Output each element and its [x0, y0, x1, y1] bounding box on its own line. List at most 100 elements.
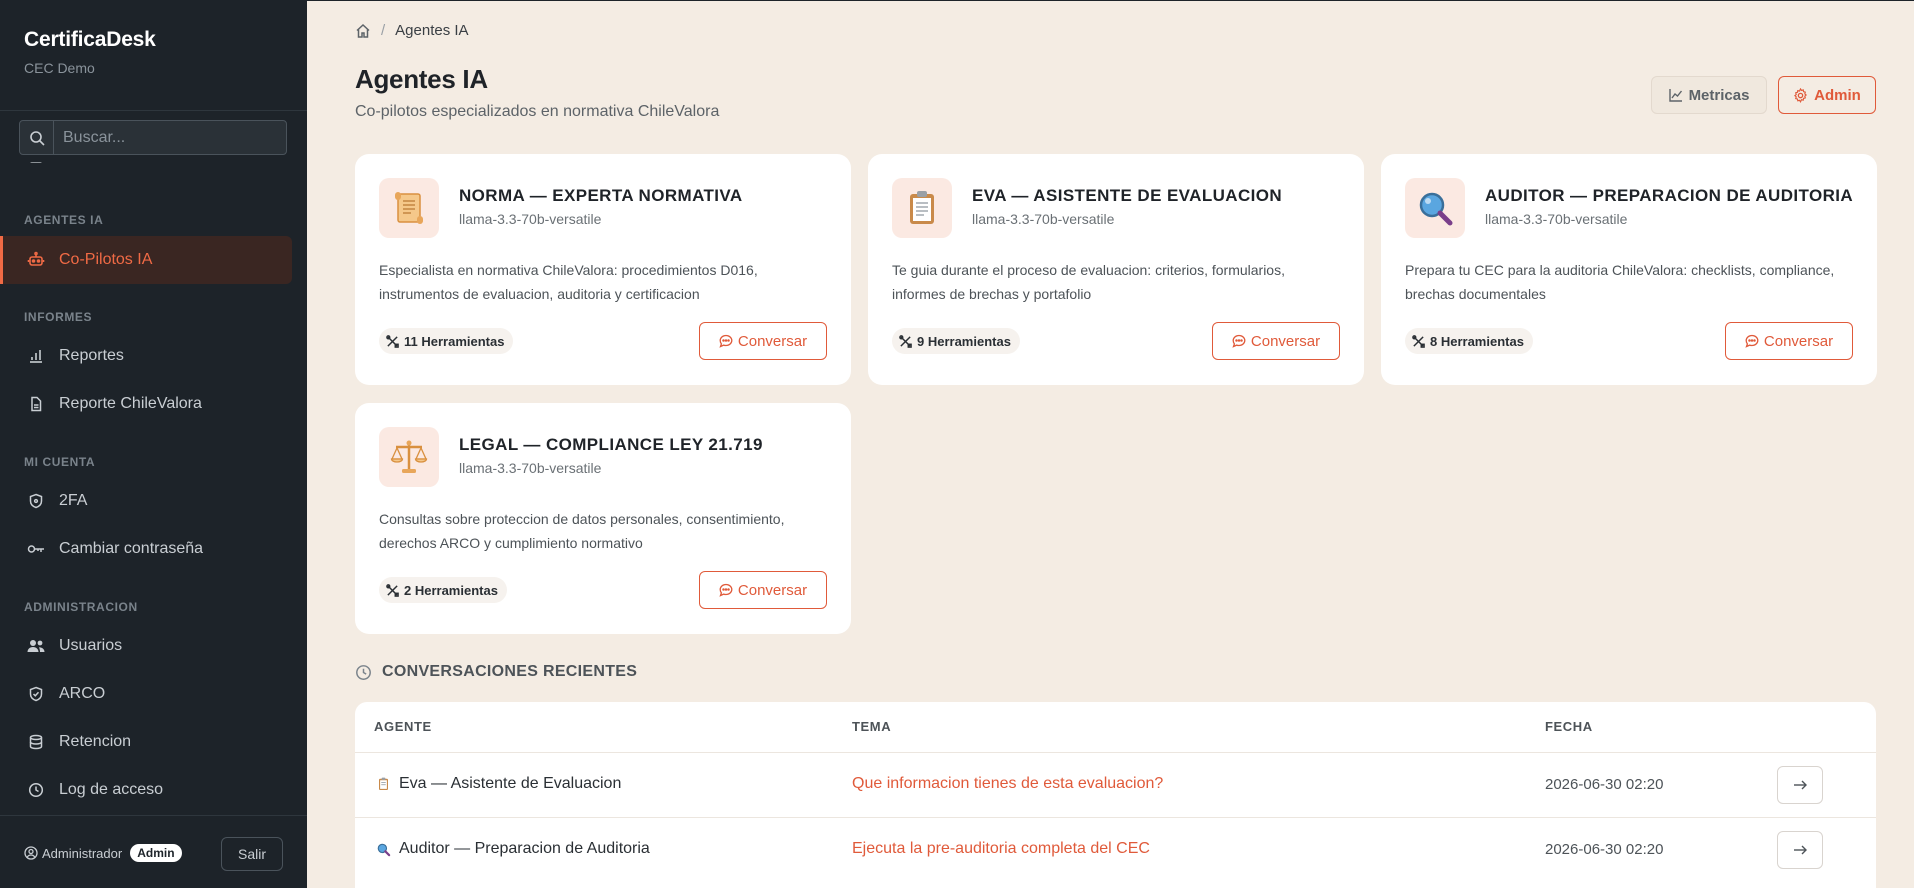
conversar-label: Conversar [737, 332, 808, 350]
sidebar: CertificaDesk CEC Demo AGENTES IA Co-Pil… [0, 0, 307, 888]
list-icon [27, 162, 45, 165]
tools-badge: 2 Herramientas [379, 577, 507, 603]
clipboard-icon [892, 178, 952, 238]
conversar-button[interactable]: Conversar [699, 322, 827, 360]
agent-description: Especialista en normativa ChileValora: p… [379, 262, 758, 302]
row-date: 2026-06-30 02:20 [1545, 841, 1664, 858]
line-chart-icon [1668, 88, 1689, 102]
sidebar-item-reportes[interactable]: Reportes [0, 332, 292, 380]
sidebar-item-retencion[interactable]: Retencion [0, 718, 292, 766]
robot-icon [27, 251, 45, 269]
sidebar-item-label: Reporte ChileValora [59, 395, 202, 412]
row-topic-link[interactable]: Ejecuta la pre-auditoria completa del CE… [852, 840, 1150, 858]
shield-icon [27, 492, 45, 510]
scroll-icon [379, 178, 439, 238]
sidebar-nav[interactable]: AGENTES IA Co-Pilotos IA INFORMES Report… [0, 162, 307, 814]
agent-card-norma[interactable]: NORMA — EXPERTA NORMATIVA llama-3.3-70b-… [355, 154, 851, 385]
users-icon [27, 637, 45, 655]
scales-icon [379, 427, 439, 487]
sidebar-item-label: 2FA [59, 492, 88, 509]
table-row[interactable]: Auditor — Preparacion de Auditoria Ejecu… [355, 817, 1876, 882]
sidebar-item-hidden[interactable] [0, 162, 292, 172]
agent-card-auditor[interactable]: AUDITOR — PREPARACION DE AUDITORIA llama… [1381, 154, 1877, 385]
section-mi-cuenta: MI CUENTA [24, 455, 96, 469]
gear-icon [1793, 87, 1814, 103]
agent-description: Prepara tu CEC para la auditoria ChileVa… [1405, 262, 1835, 302]
page-title: Agentes IA [355, 64, 488, 94]
magnifier-icon [1405, 178, 1465, 238]
logout-button[interactable]: Salir [221, 837, 283, 871]
sidebar-item-label: Cambiar contraseña [59, 540, 204, 557]
sidebar-item-2fa[interactable]: 2FA [0, 477, 292, 525]
open-conversation-button[interactable] [1777, 766, 1823, 804]
search-icon [20, 121, 54, 154]
agent-model: llama-3.3-70b-versatile [459, 460, 602, 476]
agent-card-legal[interactable]: LEGAL — COMPLIANCE LEY 21.719 llama-3.3-… [355, 403, 851, 634]
tools-badge: 8 Herramientas [1405, 328, 1533, 354]
database-icon [27, 733, 45, 751]
history-icon [355, 664, 382, 681]
agent-description: Consultas sobre proteccion de datos pers… [379, 511, 785, 551]
search-input[interactable] [54, 121, 286, 154]
file-icon [27, 395, 45, 413]
tools-icon [899, 334, 917, 348]
agent-card-eva[interactable]: EVA — ASISTENTE DE EVALUACION llama-3.3-… [868, 154, 1364, 385]
sidebar-footer: Administrador Admin Salir [0, 815, 307, 888]
sidebar-item-label: ARCO [59, 685, 106, 702]
brand: CertificaDesk CEC Demo [24, 28, 156, 76]
tools-icon [1412, 334, 1430, 348]
tools-count: 8 Herramientas [1430, 333, 1524, 349]
tools-count: 9 Herramientas [917, 333, 1011, 349]
tools-count: 11 Herramientas [404, 333, 505, 349]
agent-model: llama-3.3-70b-versatile [1485, 211, 1628, 227]
conversar-button[interactable]: Conversar [699, 571, 827, 609]
recent-title: CONVERSACIONES RECIENTES [382, 663, 638, 680]
agent-description: Te guia durante el proceso de evaluacion… [892, 262, 1285, 302]
sidebar-item-label: Reportes [59, 347, 124, 364]
tools-icon [386, 583, 404, 597]
chat-bubble-icon [1232, 334, 1251, 348]
brand-title[interactable]: CertificaDesk [24, 28, 156, 52]
user-name: Administrador [42, 845, 123, 861]
row-agent: Eva — Asistente de Evaluacion [376, 775, 621, 793]
agent-name: LEGAL — COMPLIANCE LEY 21.719 [459, 435, 763, 454]
column-header-tema: TEMA [852, 719, 892, 734]
agent-name: NORMA — EXPERTA NORMATIVA [459, 186, 743, 205]
sidebar-item-usuarios[interactable]: Usuarios [0, 622, 292, 670]
row-date: 2026-06-30 02:20 [1545, 776, 1664, 793]
bar-chart-icon [27, 347, 45, 365]
chat-bubble-icon [719, 583, 738, 597]
role-badge: Admin [130, 844, 182, 862]
conversar-button[interactable]: Conversar [1212, 322, 1340, 360]
shield-check-icon [27, 685, 45, 703]
row-topic-link[interactable]: Que informacion tienes de esta evaluacio… [852, 775, 1163, 793]
user-info: Administrador Admin [24, 844, 182, 862]
tools-badge: 9 Herramientas [892, 328, 1020, 354]
agent-name: Eva — Asistente de Evaluacion [399, 775, 622, 792]
recent-conversations-table: AGENTE TEMA FECHA Eva — Asistente de Eva… [355, 702, 1876, 888]
sidebar-item-reporte-chilevalora[interactable]: Reporte ChileValora [0, 380, 292, 428]
top-border [307, 0, 1914, 1]
column-header-fecha: FECHA [1545, 719, 1593, 734]
metricas-button[interactable]: Metricas [1651, 76, 1767, 114]
user-circle-icon [24, 846, 38, 860]
sidebar-search[interactable] [19, 120, 287, 155]
sidebar-item-log-de-acceso[interactable]: Log de acceso [0, 766, 292, 814]
sidebar-item-cambiar-contrasena[interactable]: Cambiar contraseña [0, 525, 292, 573]
sidebar-item-arco[interactable]: ARCO [0, 670, 292, 718]
chat-bubble-icon [719, 334, 738, 348]
admin-button[interactable]: Admin [1778, 76, 1876, 114]
main-content: / Agentes IA Agentes IA Co-pilotos espec… [307, 0, 1914, 888]
conversar-button[interactable]: Conversar [1725, 322, 1853, 360]
breadcrumb-separator: / [381, 22, 386, 39]
arrow-right-icon [1793, 845, 1807, 855]
breadcrumb-current: Agentes IA [395, 22, 469, 39]
tools-count: 2 Herramientas [404, 582, 498, 598]
section-informes: INFORMES [24, 310, 93, 324]
section-administracion: ADMINISTRACION [24, 600, 138, 614]
table-row[interactable]: Eva — Asistente de Evaluacion Que inform… [355, 752, 1876, 817]
magnifier-icon [376, 842, 391, 857]
open-conversation-button[interactable] [1777, 831, 1823, 869]
sidebar-item-copilotos[interactable]: Co-Pilotos IA [0, 236, 292, 284]
home-icon[interactable] [355, 23, 371, 39]
